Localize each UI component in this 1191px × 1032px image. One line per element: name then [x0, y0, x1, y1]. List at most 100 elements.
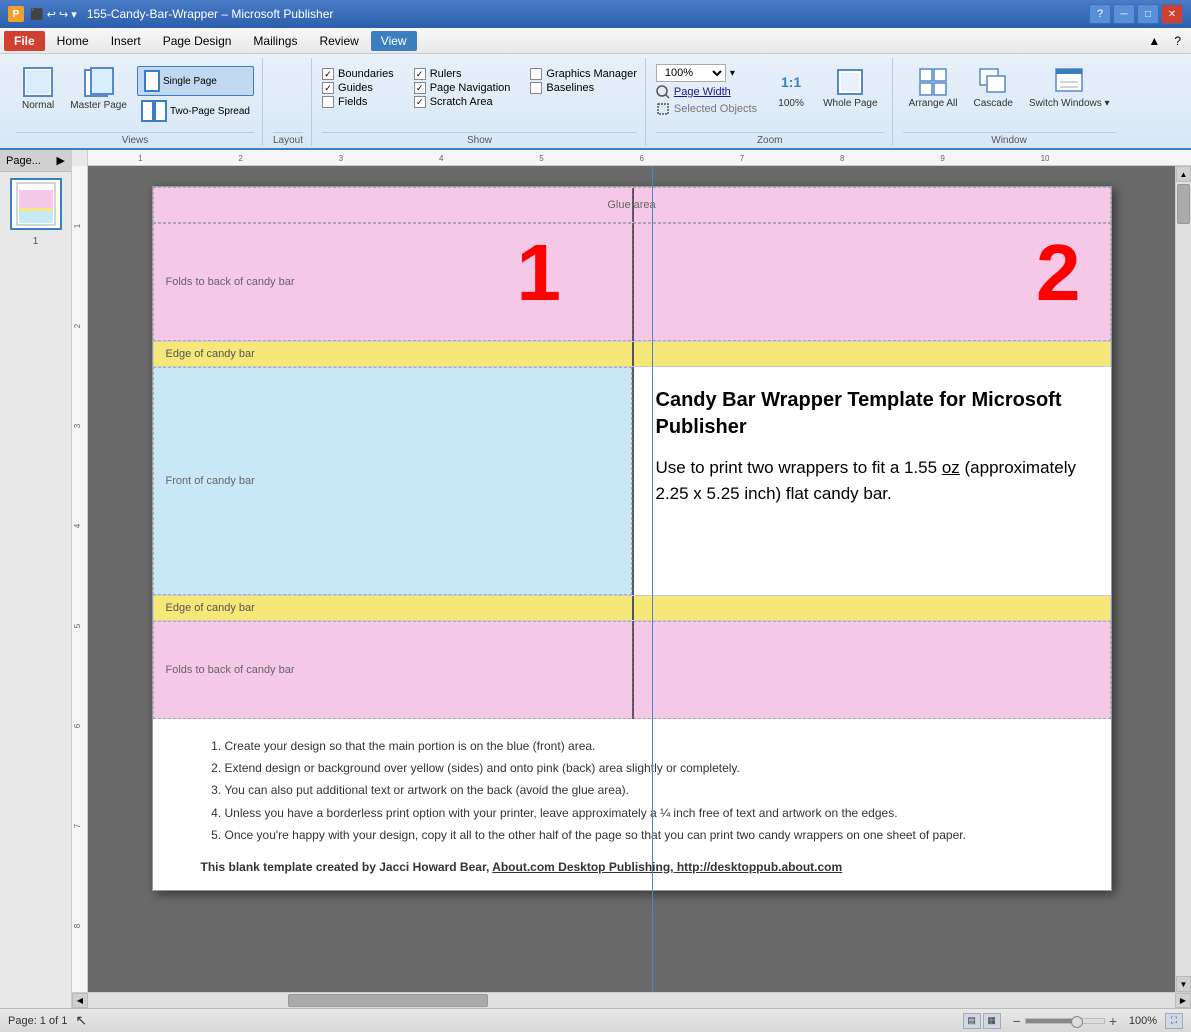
guides-cb[interactable]: ✓ Guides — [322, 82, 394, 94]
svg-text:1: 1 — [73, 223, 82, 228]
single-page-btn[interactable]: Single Page — [137, 66, 254, 96]
status-right: ▤ ▦ − + 100% ⛶ — [963, 1013, 1183, 1029]
fields-cb[interactable]: Fields — [322, 96, 394, 108]
svg-text:4: 4 — [73, 523, 82, 528]
graphics-mgr-checkbox[interactable] — [530, 68, 542, 80]
page-1-thumb[interactable] — [10, 178, 62, 230]
zoom-slider-thumb[interactable] — [1071, 1016, 1083, 1028]
canvas-scroll[interactable]: Glue area Folds to back of candy bar 1 2 — [88, 166, 1175, 992]
vertical-scrollbar[interactable]: ▲ ▼ — [1175, 166, 1191, 992]
maximize-btn[interactable]: □ — [1137, 4, 1159, 24]
zoom-select[interactable]: 100% 75% 150% — [656, 64, 726, 82]
zoom-slider-track[interactable] — [1025, 1018, 1105, 1024]
ruler-corner — [72, 150, 88, 166]
rulers-cb[interactable]: ✓ Rulers — [414, 68, 511, 80]
menu-pagedesign[interactable]: Page Design — [153, 31, 242, 51]
guides-checkbox[interactable]: ✓ — [322, 82, 334, 94]
selected-icon — [656, 102, 670, 116]
svg-text:4: 4 — [439, 154, 444, 163]
menu-mailings[interactable]: Mailings — [243, 31, 307, 51]
zoom-100-btn[interactable]: 1:1 100% — [769, 62, 813, 113]
arrange-all-btn[interactable]: Arrange All — [903, 62, 964, 113]
scroll-h-thumb[interactable] — [288, 994, 488, 1007]
show-group: ✓ Boundaries ✓ Guides Fields ✓ Rulers — [314, 58, 646, 146]
view-reading-icon[interactable]: ▦ — [983, 1013, 1001, 1029]
help-btn[interactable]: ? — [1089, 4, 1111, 24]
help-icon[interactable]: ? — [1168, 31, 1187, 51]
instruction-5: Once you're happy with your design, copy… — [225, 824, 1063, 846]
views-content: Normal Master Page Single Page Two-Page … — [16, 58, 254, 130]
canvas-area: 1 2 3 4 5 6 7 8 9 10 1 — [72, 150, 1191, 1008]
front-area-row: Front of candy bar Candy Bar Wrapper Tem… — [153, 367, 1111, 595]
fold-back-top-row: Folds to back of candy bar 1 2 — [153, 223, 1111, 341]
front-left: Front of candy bar — [153, 367, 632, 595]
minimize-btn[interactable]: ─ — [1113, 4, 1135, 24]
show-checkboxes-right: Graphics Manager Baselines — [530, 62, 637, 94]
boundaries-cb[interactable]: ✓ Boundaries — [322, 68, 394, 80]
svg-text:9: 9 — [940, 154, 945, 163]
zoom-dropdown-icon[interactable]: ▾ — [730, 68, 735, 79]
view-normal-icon[interactable]: ▤ — [963, 1013, 981, 1029]
close-btn[interactable]: ✕ — [1161, 4, 1183, 24]
svg-text:5: 5 — [539, 154, 544, 163]
scroll-h-track[interactable] — [88, 993, 1175, 1008]
baselines-checkbox[interactable] — [530, 82, 542, 94]
rulers-checkbox[interactable]: ✓ — [414, 68, 426, 80]
credit-link[interactable]: About.com Desktop Publishing, http://des… — [492, 860, 842, 874]
panel-expand-icon[interactable]: ▶ — [57, 154, 65, 167]
canvas-with-ruler: 1 2 3 4 5 6 7 8 Glue area — [72, 166, 1191, 992]
window-group: Arrange All Cascade Switch Windows ▾ Win… — [895, 58, 1124, 146]
baselines-cb[interactable]: Baselines — [530, 82, 637, 94]
whole-page-btn[interactable]: Whole Page — [817, 62, 883, 113]
menu-file[interactable]: File — [4, 31, 45, 51]
center-divider-edge-top — [632, 342, 634, 366]
page-thumb-label: 1 — [0, 236, 71, 247]
zoom-page-width-btn[interactable]: Page Width — [674, 86, 731, 98]
master-page-icon — [83, 66, 115, 98]
expand-btns: ⛶ — [1165, 1013, 1183, 1029]
selected-objects-btn[interactable]: Selected Objects — [674, 103, 757, 115]
scratch-checkbox[interactable]: ✓ — [414, 96, 426, 108]
graphics-mgr-cb[interactable]: Graphics Manager — [530, 68, 637, 80]
scroll-v-track[interactable] — [1176, 182, 1191, 976]
zoom-controls: − + 100% — [1013, 1013, 1157, 1029]
menu-review[interactable]: Review — [309, 31, 368, 51]
boundaries-checkbox[interactable]: ✓ — [322, 68, 334, 80]
cascade-btn[interactable]: Cascade — [967, 62, 1018, 113]
page-nav-cb[interactable]: ✓ Page Navigation — [414, 82, 511, 94]
zoom-icon — [656, 85, 670, 99]
zoom-label: Zoom — [656, 132, 884, 146]
zoom-plus-btn[interactable]: + — [1109, 1013, 1117, 1029]
master-page-btn[interactable]: Master Page — [64, 62, 133, 115]
svg-text:3: 3 — [73, 423, 82, 428]
normal-view-btn[interactable]: Normal — [16, 62, 60, 115]
fullscreen-btn[interactable]: ⛶ — [1165, 1013, 1183, 1029]
zoom-minus-btn[interactable]: − — [1013, 1013, 1021, 1029]
menu-home[interactable]: Home — [47, 31, 99, 51]
center-divider-fold-top — [632, 223, 634, 341]
scroll-right-btn[interactable]: ▶ — [1175, 993, 1191, 1008]
scroll-left-btn[interactable]: ◀ — [72, 993, 88, 1008]
twopg-spread-btn[interactable]: Two-Page Spread — [137, 98, 254, 124]
title-bar-controls: ? ─ □ ✕ — [1089, 4, 1183, 24]
view-mode-btns: ▤ ▦ — [963, 1013, 1001, 1029]
layout-label: Layout — [273, 132, 303, 146]
ruler-vertical: 1 2 3 4 5 6 7 8 — [72, 166, 88, 992]
switch-windows-btn[interactable]: Switch Windows ▾ — [1023, 62, 1116, 113]
ruler-h-marks: 1 2 3 4 5 6 7 8 9 10 — [88, 150, 1191, 165]
scratch-cb[interactable]: ✓ Scratch Area — [414, 96, 511, 108]
svg-text:3: 3 — [339, 154, 344, 163]
scroll-up-btn[interactable]: ▲ — [1176, 166, 1191, 182]
instruction-3: You can also put additional text or artw… — [225, 779, 1063, 801]
menu-view[interactable]: View — [371, 31, 417, 51]
views-group: Normal Master Page Single Page Two-Page … — [8, 58, 263, 146]
page-nav-checkbox[interactable]: ✓ — [414, 82, 426, 94]
svg-text:1: 1 — [138, 154, 143, 163]
fields-checkbox[interactable] — [322, 96, 334, 108]
scroll-v-thumb[interactable] — [1177, 184, 1190, 224]
center-divider-edge-bottom — [632, 596, 634, 620]
horizontal-scrollbar[interactable]: ◀ ▶ — [72, 992, 1191, 1008]
menu-insert[interactable]: Insert — [101, 31, 151, 51]
scroll-down-btn[interactable]: ▼ — [1176, 976, 1191, 992]
collapse-ribbon[interactable]: ▲ — [1142, 31, 1166, 51]
